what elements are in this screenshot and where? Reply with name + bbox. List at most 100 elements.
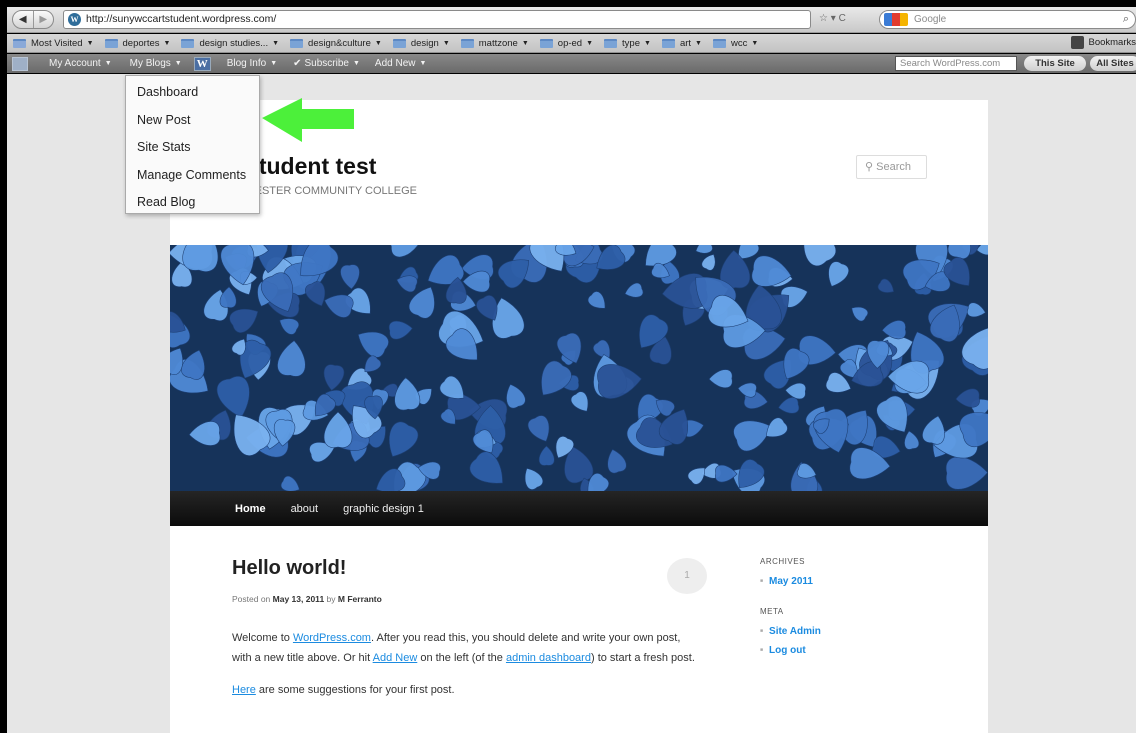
reload-icon[interactable]: C bbox=[839, 13, 846, 24]
menu-item-site-stats[interactable]: Site Stats bbox=[126, 134, 259, 162]
folder-icon bbox=[712, 38, 726, 48]
magnifier-icon[interactable]: ⌕ bbox=[1123, 13, 1129, 26]
avatar[interactable] bbox=[12, 56, 28, 71]
text: ) to start a fresh post. bbox=[590, 652, 695, 664]
site-container: t student test TCHESTER COMMUNITY COLLEG… bbox=[170, 100, 988, 733]
bookmarks-menu[interactable]: Bookmarks bbox=[1071, 36, 1136, 49]
post-date[interactable]: May 13, 2011 bbox=[273, 594, 325, 604]
text: on the left (of the bbox=[417, 652, 506, 664]
folder-icon bbox=[181, 38, 195, 48]
here-link[interactable]: Here bbox=[232, 684, 256, 696]
my-account-menu[interactable]: My Account ▼ bbox=[49, 58, 112, 69]
menu-item-new-post[interactable]: New Post bbox=[126, 107, 259, 135]
chevron-down-icon: ▼ bbox=[644, 39, 651, 47]
wordpress-com-link[interactable]: WordPress.com bbox=[293, 632, 371, 644]
bookmark-folder[interactable]: design&culture ▼ bbox=[290, 38, 382, 49]
chevron-down-icon: ▼ bbox=[104, 60, 112, 67]
post-paragraph: Welcome to WordPress.com. After you read… bbox=[232, 628, 702, 668]
subscribe-menu[interactable]: ✔ Subscribe ▼ bbox=[293, 58, 360, 69]
bookmark-label: wcc bbox=[730, 37, 748, 49]
chevron-down-icon: ▼ bbox=[163, 39, 171, 47]
menu-item-manage-comments[interactable]: Manage Comments bbox=[126, 162, 259, 190]
archives-title: ARCHIVES bbox=[760, 557, 805, 566]
bookmark-folder[interactable]: mattzone ▼ bbox=[460, 38, 529, 49]
bookmark-label: design&culture bbox=[308, 37, 371, 49]
bookmark-folder[interactable]: op-ed ▼ bbox=[539, 37, 594, 49]
folder-icon bbox=[290, 38, 304, 48]
wp-search-input[interactable]: Search WordPress.com bbox=[895, 56, 1017, 71]
add-new-label: Add New bbox=[374, 58, 416, 69]
chevron-down-icon: ▼ bbox=[374, 39, 382, 47]
archive-link[interactable]: May 2011 bbox=[760, 576, 920, 587]
post-content: Welcome to WordPress.com. After you read… bbox=[232, 628, 702, 712]
post-author[interactable]: M Ferranto bbox=[338, 594, 382, 604]
star-icon[interactable]: ☆ bbox=[819, 13, 828, 24]
url-bar[interactable]: W http://sunywccartstudent.wordpress.com… bbox=[63, 10, 811, 29]
all-sites-button[interactable]: All Sites bbox=[1090, 56, 1136, 71]
bookmark-folder[interactable]: art ▼ bbox=[661, 38, 702, 49]
site-admin-link[interactable]: Site Admin bbox=[760, 626, 920, 637]
search-icon: ⚲ bbox=[865, 161, 874, 173]
browser-search-box[interactable]: Google ⌕ bbox=[879, 10, 1136, 29]
admin-dashboard-link[interactable]: admin dashboard bbox=[506, 652, 591, 664]
sidebar: ARCHIVES May 2011 META Site Admin Log ou… bbox=[760, 557, 920, 676]
my-account-label: My Account bbox=[49, 58, 101, 69]
nav-home[interactable]: Home bbox=[235, 503, 266, 515]
folder-icon bbox=[460, 38, 474, 48]
blog-info-menu[interactable]: Blog Info ▼ bbox=[227, 58, 277, 69]
menu-item-read-blog[interactable]: Read Blog bbox=[126, 189, 259, 217]
my-blogs-label: My Blogs bbox=[129, 58, 171, 69]
post-paragraph: Here are some suggestions for your first… bbox=[232, 680, 702, 700]
wordpress-logo-icon[interactable]: W bbox=[193, 56, 211, 71]
bookmark-most-visited[interactable]: Most Visited ▼ bbox=[13, 38, 94, 49]
chevron-down-icon: ▼ bbox=[419, 60, 427, 67]
chevron-down-icon: ▼ bbox=[174, 60, 182, 67]
nav-about[interactable]: about bbox=[291, 503, 319, 515]
comment-count-bubble[interactable]: 1 bbox=[667, 558, 707, 594]
site-search-input[interactable]: ⚲ Search bbox=[856, 155, 927, 179]
posted-on-label: Posted on bbox=[232, 594, 271, 604]
wp-admin-bar: My Account ▼ My Blogs ▼ W Blog Info ▼ ✔ Subs… bbox=[7, 54, 1136, 73]
bookmarks-bar: Most Visited ▼ deportes ▼ design studies..… bbox=[7, 34, 1136, 53]
back-arrow-icon[interactable]: ◀ bbox=[13, 11, 33, 28]
forward-arrow-icon[interactable]: ▶ bbox=[32, 11, 54, 28]
bookmark-folder[interactable]: deportes ▼ bbox=[104, 38, 171, 49]
main-navigation: Home about graphic design 1 bbox=[170, 491, 988, 526]
google-icon[interactable] bbox=[884, 13, 908, 26]
wordpress-favicon-icon: W bbox=[68, 13, 81, 26]
bookmark-label: design studies... bbox=[199, 37, 269, 49]
text: Welcome to bbox=[232, 632, 293, 644]
most-visited-icon bbox=[13, 38, 26, 48]
chevron-down-icon: ▼ bbox=[695, 39, 702, 47]
blog-info-label: Blog Info bbox=[226, 58, 267, 69]
bookmark-folder[interactable]: design ▼ bbox=[392, 38, 450, 49]
bookmark-label: op-ed bbox=[557, 37, 583, 49]
chevron-down-icon: ▼ bbox=[352, 60, 360, 67]
this-site-button[interactable]: This Site bbox=[1024, 56, 1086, 71]
chevron-down-icon: ▼ bbox=[586, 39, 594, 47]
header-image bbox=[170, 245, 988, 491]
chevron-down-icon: ▼ bbox=[442, 39, 450, 47]
log-out-link[interactable]: Log out bbox=[760, 645, 920, 656]
post-title[interactable]: Hello world! bbox=[232, 557, 346, 580]
nav-graphic-design-1[interactable]: graphic design 1 bbox=[343, 503, 424, 515]
add-new-link[interactable]: Add New bbox=[373, 652, 418, 664]
menu-item-dashboard[interactable]: Dashboard bbox=[126, 79, 259, 107]
add-new-menu[interactable]: Add New ▼ bbox=[375, 58, 427, 69]
folder-icon bbox=[661, 38, 675, 48]
dropdown-arrow-icon[interactable]: ▾ bbox=[831, 13, 836, 24]
archives-list: May 2011 bbox=[760, 576, 920, 587]
text: are some suggestions for your first post… bbox=[255, 684, 455, 696]
browser-toolbar: ◀ ▶ W http://sunywccartstudent.wordpress… bbox=[7, 7, 1136, 33]
bookmark-folder[interactable]: wcc ▼ bbox=[712, 37, 758, 49]
subscribe-label: Subscribe bbox=[304, 58, 349, 69]
my-blogs-menu[interactable]: My Blogs ▼ bbox=[130, 58, 182, 69]
chevron-down-icon: ▼ bbox=[521, 39, 529, 47]
bookmark-label: type bbox=[622, 37, 640, 49]
bookmark-label: Most Visited bbox=[31, 37, 83, 49]
bookmarks-menu-label: Bookmarks bbox=[1088, 37, 1136, 48]
bookmark-folder[interactable]: design studies... ▼ bbox=[181, 38, 279, 49]
bookmark-folder[interactable]: type ▼ bbox=[604, 38, 651, 49]
green-arrow-icon bbox=[262, 98, 354, 142]
folder-icon bbox=[604, 38, 618, 48]
